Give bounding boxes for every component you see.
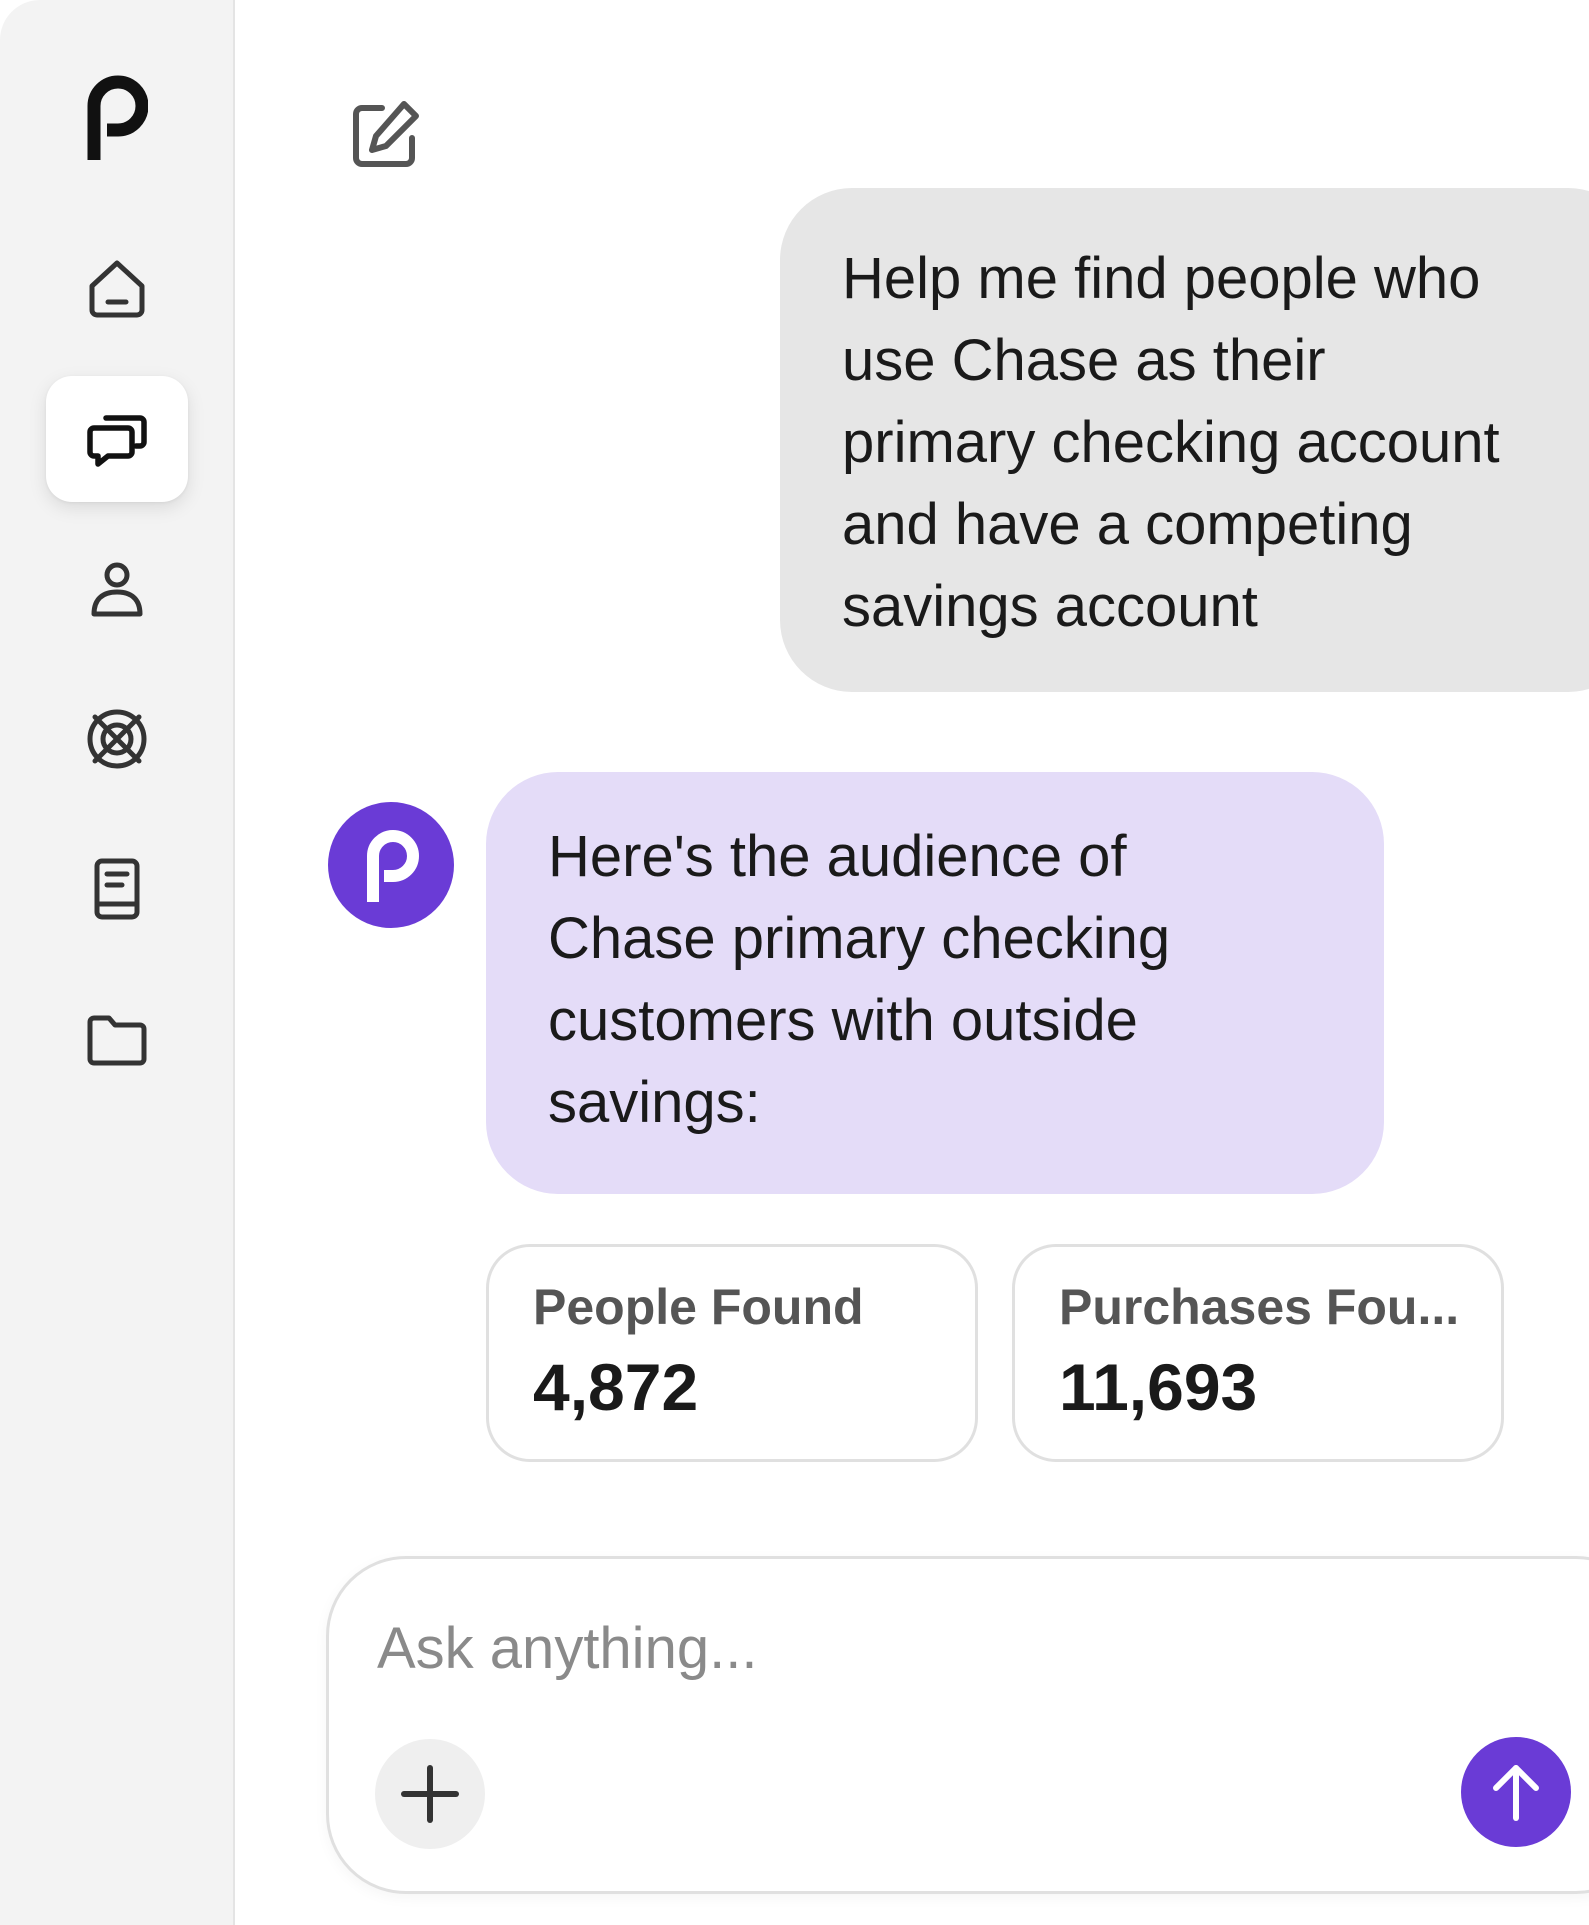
user-message-line: and have a competing (842, 492, 1413, 557)
target-icon (87, 709, 147, 769)
user-message-line: primary checking account (842, 410, 1500, 475)
arrow-up-icon (1493, 1765, 1539, 1821)
p-logo-icon (367, 830, 419, 902)
book-icon (94, 858, 140, 920)
send-button[interactable] (1461, 1737, 1571, 1847)
stat-card-people-found[interactable]: People Found 4,872 (486, 1244, 978, 1462)
assistant-message-line: savings: (548, 1070, 761, 1135)
assistant-message-bubble: Here's the audience of Chase primary che… (486, 772, 1384, 1194)
stat-value: 11,693 (1059, 1350, 1258, 1424)
sidebar-item-library[interactable] (46, 826, 188, 952)
assistant-message-line: customers with outside (548, 988, 1138, 1053)
chat-input[interactable] (377, 1615, 1277, 1682)
stat-value: 4,872 (533, 1350, 699, 1424)
stat-card-purchases-found[interactable]: Purchases Fou... 11,693 (1012, 1244, 1504, 1462)
user-message-line: use Chase as their (842, 328, 1326, 393)
sidebar-item-home[interactable] (46, 226, 188, 352)
sidebar (0, 0, 235, 1925)
user-message-line: Help me find people who (842, 246, 1481, 311)
p-logo-icon[interactable] (80, 72, 148, 162)
user-message-line: savings account (842, 574, 1258, 639)
sidebar-item-chats[interactable] (46, 376, 188, 502)
assistant-message-line: Chase primary checking (548, 906, 1171, 971)
chat-composer (326, 1556, 1589, 1894)
stat-label: Purchases Fou... (1059, 1279, 1460, 1335)
sidebar-item-people[interactable] (46, 526, 188, 652)
sidebar-item-files[interactable] (46, 976, 188, 1102)
add-attachment-button[interactable] (375, 1739, 485, 1849)
edit-icon[interactable] (346, 96, 424, 174)
sidebar-item-targeting[interactable] (46, 676, 188, 802)
user-message-bubble: Help me find people who use Chase as the… (780, 188, 1589, 692)
chat-icon (87, 415, 147, 467)
plus-icon (401, 1765, 459, 1823)
stat-label: People Found (533, 1279, 864, 1335)
home-icon (89, 260, 145, 318)
folder-icon (87, 1015, 147, 1066)
person-icon (91, 562, 143, 617)
assistant-message-line: Here's the audience of (548, 824, 1127, 889)
assistant-avatar (328, 802, 454, 928)
